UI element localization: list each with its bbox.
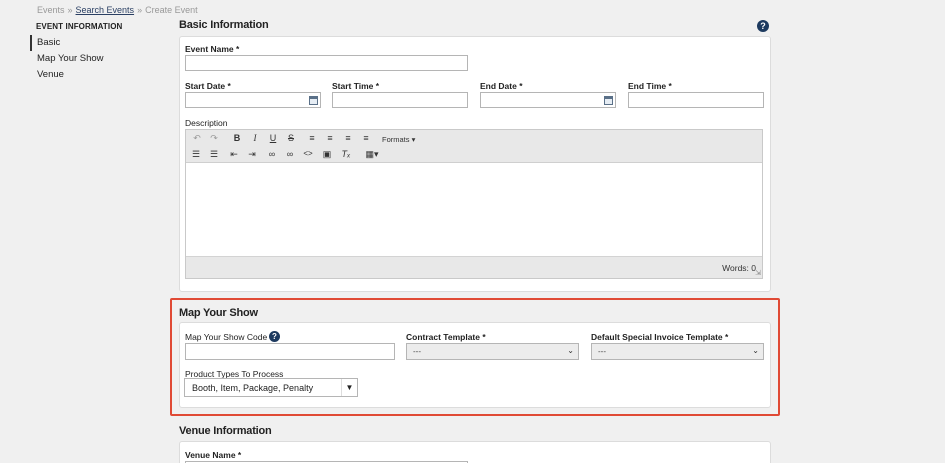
bold-icon[interactable]: B: [230, 133, 244, 143]
indent-icon[interactable]: ⇥: [245, 149, 259, 160]
venue-name-label: Venue Name *: [185, 450, 242, 460]
code-icon[interactable]: <>: [301, 149, 315, 158]
image-icon[interactable]: ▣: [320, 149, 334, 160]
basic-information-title: Basic Information: [179, 19, 269, 31]
bullet-list-icon[interactable]: ☰: [189, 149, 203, 160]
side-nav-item-venue[interactable]: Venue: [30, 67, 150, 83]
formats-dropdown[interactable]: Formats ▾: [382, 135, 415, 144]
numbered-list-icon[interactable]: ☰: [207, 149, 221, 160]
event-name-label: Event Name *: [185, 44, 240, 54]
end-time-label: End Time *: [628, 81, 672, 91]
breadcrumb-create-event: Create Event: [145, 5, 198, 15]
highlight-box: [170, 298, 780, 416]
breadcrumb-events[interactable]: Events: [37, 5, 65, 15]
description-editor: ↶ ↷ B I U S ≡ ≡ ≡ ≡ Formats ▾ ☰ ☰ ⇤ ⇥ ∞ …: [185, 129, 763, 279]
side-nav-item-basic[interactable]: Basic: [30, 35, 150, 51]
unlink-icon[interactable]: ∞: [283, 149, 297, 159]
link-icon[interactable]: ∞: [265, 149, 279, 159]
undo-icon[interactable]: ↶: [190, 133, 204, 144]
table-icon[interactable]: ▦▾: [362, 149, 382, 160]
resize-grip-icon[interactable]: ⇲: [755, 269, 761, 277]
start-time-label: Start Time *: [332, 81, 380, 91]
venue-information-title: Venue Information: [179, 425, 272, 437]
side-nav-heading: EVENT INFORMATION: [36, 22, 123, 31]
start-date-input[interactable]: [185, 92, 321, 108]
breadcrumb: Events» Search Events» Create Event: [37, 5, 198, 15]
editor-toolbar: ↶ ↷ B I U S ≡ ≡ ≡ ≡ Formats ▾ ☰ ☰ ⇤ ⇥ ∞ …: [186, 130, 762, 163]
breadcrumb-separator: »: [67, 5, 73, 15]
strikethrough-icon[interactable]: S: [284, 133, 298, 143]
calendar-icon[interactable]: [309, 96, 318, 105]
event-name-input[interactable]: [185, 55, 468, 71]
end-date-input[interactable]: [480, 92, 616, 108]
end-date-label: End Date *: [480, 81, 523, 91]
align-left-icon[interactable]: ≡: [305, 133, 319, 143]
word-count: Words: 0: [722, 263, 756, 273]
align-center-icon[interactable]: ≡: [323, 133, 337, 143]
redo-icon[interactable]: ↷: [207, 133, 221, 144]
start-date-label: Start Date *: [185, 81, 231, 91]
side-nav: EVENT INFORMATION Basic Map Your Show Ve…: [30, 22, 150, 83]
venue-information-card: [179, 441, 771, 463]
formats-label: Formats: [382, 135, 410, 144]
breadcrumb-search-events[interactable]: Search Events: [76, 5, 135, 15]
end-time-input[interactable]: [628, 92, 764, 108]
calendar-icon[interactable]: [604, 96, 613, 105]
side-nav-item-map-your-show[interactable]: Map Your Show: [30, 51, 150, 67]
breadcrumb-separator: »: [137, 5, 143, 15]
editor-status-bar: Words: 0 ⇲: [186, 256, 762, 278]
italic-icon[interactable]: I: [248, 133, 262, 143]
start-time-input[interactable]: [332, 92, 468, 108]
clear-format-icon[interactable]: Tₓ: [339, 149, 353, 159]
description-label: Description: [185, 118, 228, 128]
help-icon[interactable]: ?: [757, 20, 769, 32]
justify-icon[interactable]: ≡: [359, 133, 373, 143]
underline-icon[interactable]: U: [266, 133, 280, 143]
align-right-icon[interactable]: ≡: [341, 133, 355, 143]
outdent-icon[interactable]: ⇤: [227, 149, 241, 160]
